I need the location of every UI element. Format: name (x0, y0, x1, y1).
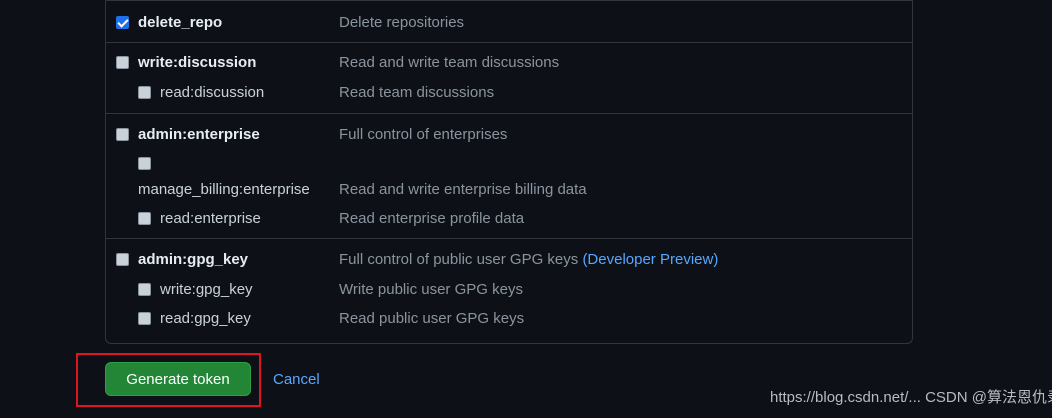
manage-billing-enterprise-checkbox[interactable] (138, 157, 151, 170)
scope-desc-manage-billing-enterprise: Read and write enterprise billing data (339, 181, 587, 198)
scope-row-admin-enterprise: admin:enterprise Full control of enterpr… (106, 125, 912, 145)
admin-gpg-key-checkbox[interactable] (116, 253, 129, 266)
scope-desc-read-discussion: Read team discussions (339, 84, 495, 101)
cancel-link[interactable]: Cancel (273, 370, 320, 390)
scope-name-read-gpg-key: read:gpg_key (160, 310, 251, 327)
scope-row-read-discussion: read:discussion Read team discussions (106, 83, 912, 103)
scope-name-delete-repo: delete_repo (138, 14, 223, 31)
scope-row-manage-billing-enterprise: manage_billing:enterprise Read and write… (106, 153, 912, 203)
scope-group-enterprise: admin:enterprise Full control of enterpr… (106, 113, 912, 239)
delete-repo-checkbox[interactable] (116, 16, 129, 29)
scope-desc-admin-enterprise: Full control of enterprises (339, 126, 508, 143)
scope-name-admin-gpg-key: admin:gpg_key (138, 251, 249, 268)
scope-name-write-discussion: write:discussion (138, 54, 257, 71)
scope-row-admin-gpg-key: admin:gpg_key Full control of public use… (106, 250, 912, 270)
developer-preview-link[interactable]: (Developer Preview) (582, 251, 718, 268)
token-settings-page: delete_repo Delete repositories write:di… (0, 0, 1052, 418)
read-enterprise-checkbox[interactable] (138, 212, 151, 225)
scope-row-delete-repo: delete_repo Delete repositories (106, 13, 912, 33)
read-discussion-checkbox[interactable] (138, 86, 151, 99)
scope-desc-write-gpg-key: Write public user GPG keys (339, 281, 523, 298)
admin-enterprise-checkbox[interactable] (116, 128, 129, 141)
write-discussion-checkbox[interactable] (116, 56, 129, 69)
write-gpg-key-checkbox[interactable] (138, 283, 151, 296)
scopes-list: delete_repo Delete repositories write:di… (105, 0, 913, 344)
scope-desc-read-enterprise: Read enterprise profile data (339, 210, 525, 227)
scope-desc-read-gpg-key: Read public user GPG keys (339, 310, 525, 327)
scope-row-write-gpg-key: write:gpg_key Write public user GPG keys (106, 280, 912, 300)
read-gpg-key-checkbox[interactable] (138, 312, 151, 325)
scope-desc-admin-gpg-key-text: Full control of public user GPG keys (339, 251, 579, 268)
scope-desc-delete-repo: Delete repositories (339, 14, 465, 31)
scope-row-read-enterprise: read:enterprise Read enterprise profile … (106, 209, 912, 229)
generate-token-button[interactable]: Generate token (105, 362, 251, 396)
scope-desc-write-discussion: Read and write team discussions (339, 54, 560, 71)
scope-name-read-discussion: read:discussion (160, 84, 265, 101)
scope-group-gpg-key: admin:gpg_key Full control of public use… (106, 238, 912, 339)
scope-name-write-gpg-key: write:gpg_key (160, 281, 253, 298)
scope-group-delete-repo: delete_repo Delete repositories (106, 0, 912, 43)
scope-row-write-discussion: write:discussion Read and write team dis… (106, 53, 912, 73)
scope-group-discussion: write:discussion Read and write team dis… (106, 42, 912, 114)
scope-name-read-enterprise: read:enterprise (160, 210, 261, 227)
watermark: https://blog.csdn.net/... CSDN @算法恩仇录 (770, 389, 1052, 406)
scope-name-admin-enterprise: admin:enterprise (138, 126, 260, 143)
scope-name-manage-billing-enterprise: manage_billing:enterprise (138, 181, 310, 198)
scope-row-read-gpg-key: read:gpg_key Read public user GPG keys (106, 309, 912, 329)
scope-desc-admin-gpg-key: Full control of public user GPG keys (De… (339, 250, 718, 270)
